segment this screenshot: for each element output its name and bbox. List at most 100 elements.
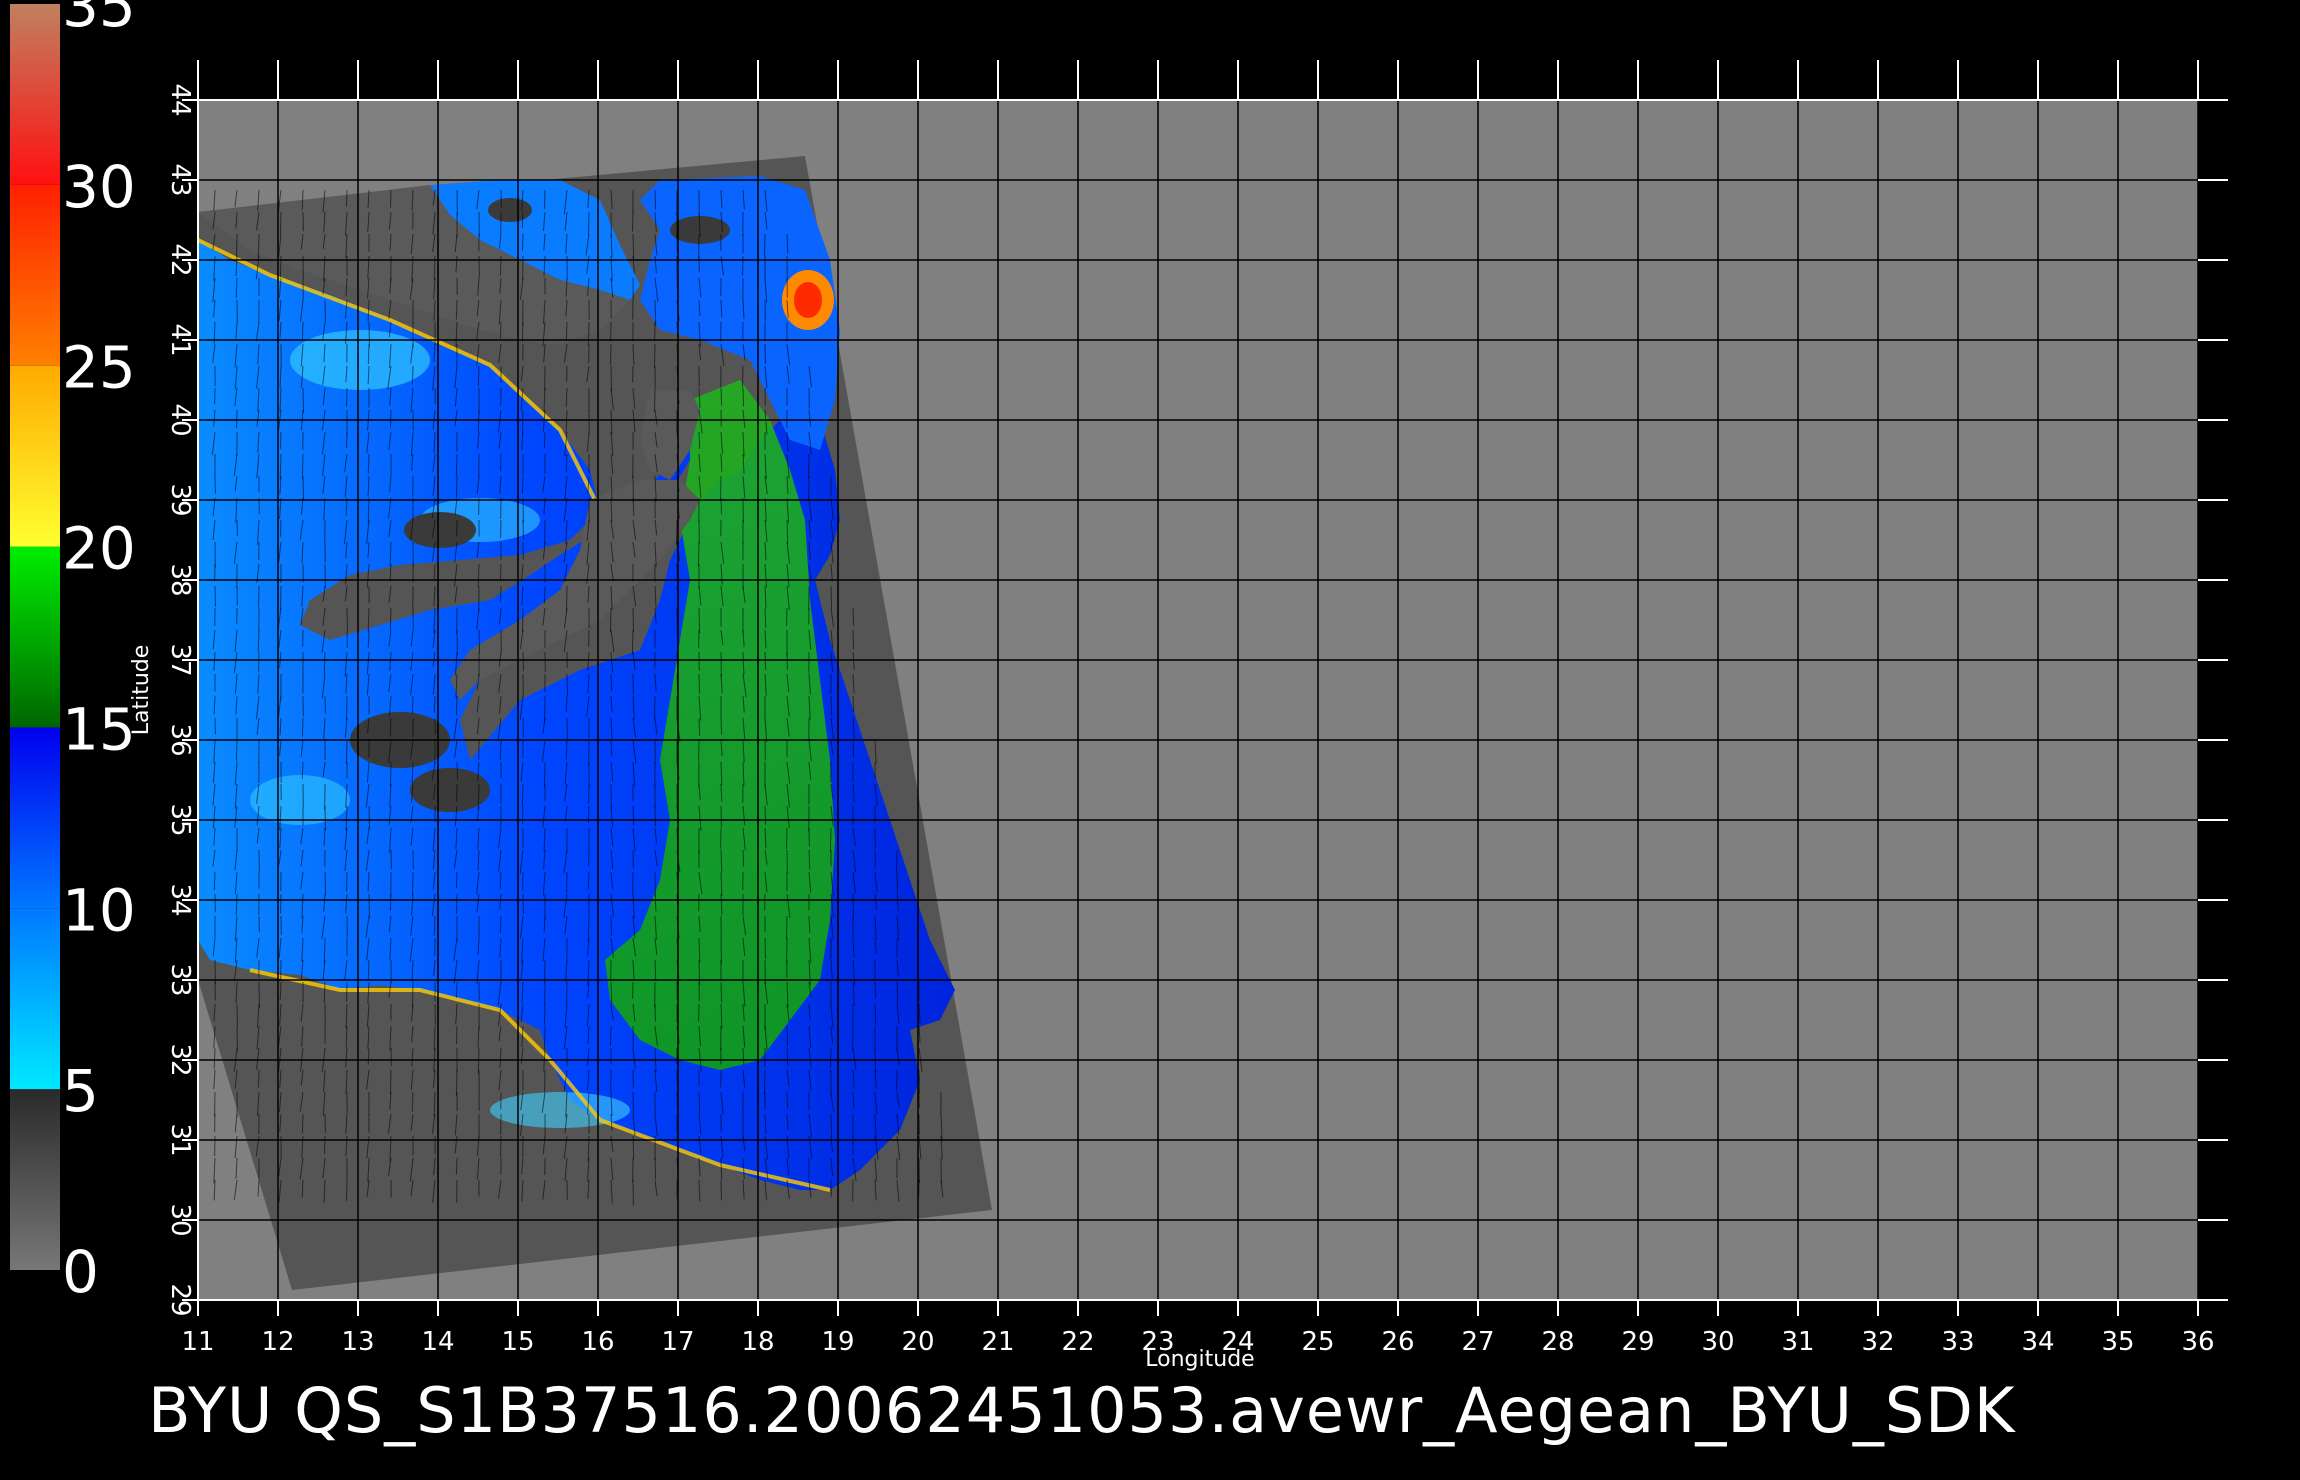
wind-barb bbox=[279, 211, 282, 235]
latitude-tick-label: 34 bbox=[165, 883, 195, 916]
wind-barb bbox=[279, 255, 282, 277]
wind-barb bbox=[587, 321, 590, 346]
colorbar-segment bbox=[10, 365, 60, 547]
wind-map-figure: 05101520253035 11 12 13 14 15 16 17 18 1… bbox=[10, 0, 2228, 1447]
longitude-tick-label: 29 bbox=[1621, 1327, 1654, 1357]
latitude-tick-label: 35 bbox=[165, 803, 195, 836]
wind-barb bbox=[478, 629, 481, 654]
wind-barb bbox=[698, 717, 701, 736]
wind-barb bbox=[301, 453, 304, 480]
wind-barb bbox=[411, 695, 414, 714]
longitude-tick-label: 31 bbox=[1781, 1327, 1814, 1357]
longitude-tick-label: 14 bbox=[421, 1327, 454, 1357]
longitude-tick-label: 35 bbox=[2101, 1327, 2134, 1357]
colorbar-label: 10 bbox=[62, 876, 136, 944]
wind-barb bbox=[499, 255, 502, 276]
wind-barb bbox=[632, 233, 635, 260]
latitude-tick-label: 32 bbox=[165, 1043, 195, 1076]
wind-barb bbox=[786, 1091, 789, 1109]
wind-barb bbox=[852, 629, 855, 649]
wind-barb bbox=[698, 431, 701, 450]
wind-barb bbox=[830, 585, 833, 609]
longitude-tick-label: 12 bbox=[261, 1327, 294, 1357]
colorbar-label: 25 bbox=[62, 334, 136, 402]
wind-barb bbox=[785, 915, 788, 940]
colorbar-label: 30 bbox=[62, 153, 136, 221]
y-axis-label: Latitude bbox=[129, 645, 154, 736]
longitude-tick-label: 32 bbox=[1861, 1327, 1894, 1357]
wind-barb bbox=[610, 673, 613, 692]
latitude-tick-label: 31 bbox=[165, 1123, 195, 1156]
wind-barb bbox=[477, 1047, 480, 1074]
latitude-tick-labels: 29 30 31 32 33 34 35 36 37 38 39 40 41 42 43 44 bbox=[165, 83, 195, 1316]
longitude-tick-label: 28 bbox=[1541, 1327, 1574, 1357]
wind-barb bbox=[742, 849, 745, 867]
wind-barb bbox=[896, 871, 899, 894]
longitude-tick-label: 30 bbox=[1701, 1327, 1734, 1357]
colorbar: 0 5 10 15 20 25 30 35 bbox=[10, 0, 136, 1306]
wind-barb bbox=[895, 849, 898, 872]
wind-barb bbox=[763, 1069, 766, 1095]
wind-barb bbox=[345, 739, 348, 764]
wind-barb bbox=[720, 717, 723, 735]
wind-barb bbox=[675, 519, 678, 546]
longitude-tick-label: 34 bbox=[2021, 1327, 2054, 1357]
wind-barb bbox=[521, 475, 524, 494]
longitude-tick-label: 19 bbox=[821, 1327, 854, 1357]
colorbar-segment bbox=[10, 908, 60, 1090]
wind-barb bbox=[411, 365, 414, 385]
wind-barb bbox=[455, 1025, 458, 1045]
latitude-tick-label: 33 bbox=[165, 963, 195, 996]
wind-barb bbox=[499, 321, 502, 339]
wind-barb bbox=[455, 475, 458, 498]
wind-barb bbox=[807, 453, 810, 479]
colorbar-segment bbox=[10, 546, 60, 728]
latitude-tick-label: 43 bbox=[165, 163, 195, 196]
latitude-tick-label: 44 bbox=[165, 83, 195, 116]
x-axis-label: Longitude bbox=[1145, 1347, 1254, 1372]
wind-barb bbox=[345, 695, 348, 720]
wind-barb bbox=[829, 827, 832, 852]
wind-barb bbox=[697, 541, 700, 567]
wind-barb bbox=[785, 827, 788, 849]
wind-barb bbox=[323, 1135, 326, 1154]
wind-barb bbox=[455, 299, 458, 320]
wind-barb bbox=[389, 717, 392, 737]
wind-barb bbox=[389, 607, 392, 630]
wind-barb bbox=[786, 1025, 789, 1047]
wind-barb bbox=[698, 607, 701, 634]
latitude-tick-label: 36 bbox=[165, 723, 195, 756]
wind-barb bbox=[830, 1113, 833, 1137]
longitude-tick-label: 22 bbox=[1061, 1327, 1094, 1357]
latitude-tick-label: 42 bbox=[165, 243, 195, 276]
colorbar-segment bbox=[10, 727, 60, 909]
latitude-tick-label: 40 bbox=[165, 403, 195, 436]
wind-barb bbox=[257, 1069, 260, 1088]
wind-barb bbox=[654, 189, 657, 210]
wind-barb bbox=[521, 607, 524, 633]
wind-barb bbox=[301, 1113, 304, 1134]
wind-barb bbox=[455, 453, 458, 477]
wind-barb bbox=[631, 629, 634, 655]
footer-caption: BYU QS_S1B37516.20062451053.avewr_Aegean… bbox=[148, 1374, 2016, 1447]
colorbar-segment bbox=[10, 184, 60, 366]
longitude-tick-label: 20 bbox=[901, 1327, 934, 1357]
wind-barb bbox=[235, 893, 238, 916]
wind-barb bbox=[786, 519, 789, 545]
longitude-tick-label: 21 bbox=[981, 1327, 1014, 1357]
wind-barb bbox=[455, 871, 458, 888]
wind-barb bbox=[389, 893, 392, 911]
colorbar-label: 15 bbox=[62, 695, 136, 763]
wind-barb bbox=[720, 387, 723, 406]
colorbar-segment bbox=[10, 1089, 60, 1270]
latitude-tick-label: 29 bbox=[165, 1283, 195, 1316]
wind-barb bbox=[654, 1157, 657, 1180]
wind-barb bbox=[698, 959, 701, 986]
wind-barb bbox=[632, 805, 635, 826]
wind-barb bbox=[301, 717, 304, 737]
longitude-tick-label: 18 bbox=[741, 1327, 774, 1357]
colorbar-label: 20 bbox=[62, 515, 136, 583]
latitude-tick-label: 38 bbox=[165, 563, 195, 596]
wind-barb bbox=[213, 871, 216, 891]
latitude-tick-label: 30 bbox=[165, 1203, 195, 1236]
